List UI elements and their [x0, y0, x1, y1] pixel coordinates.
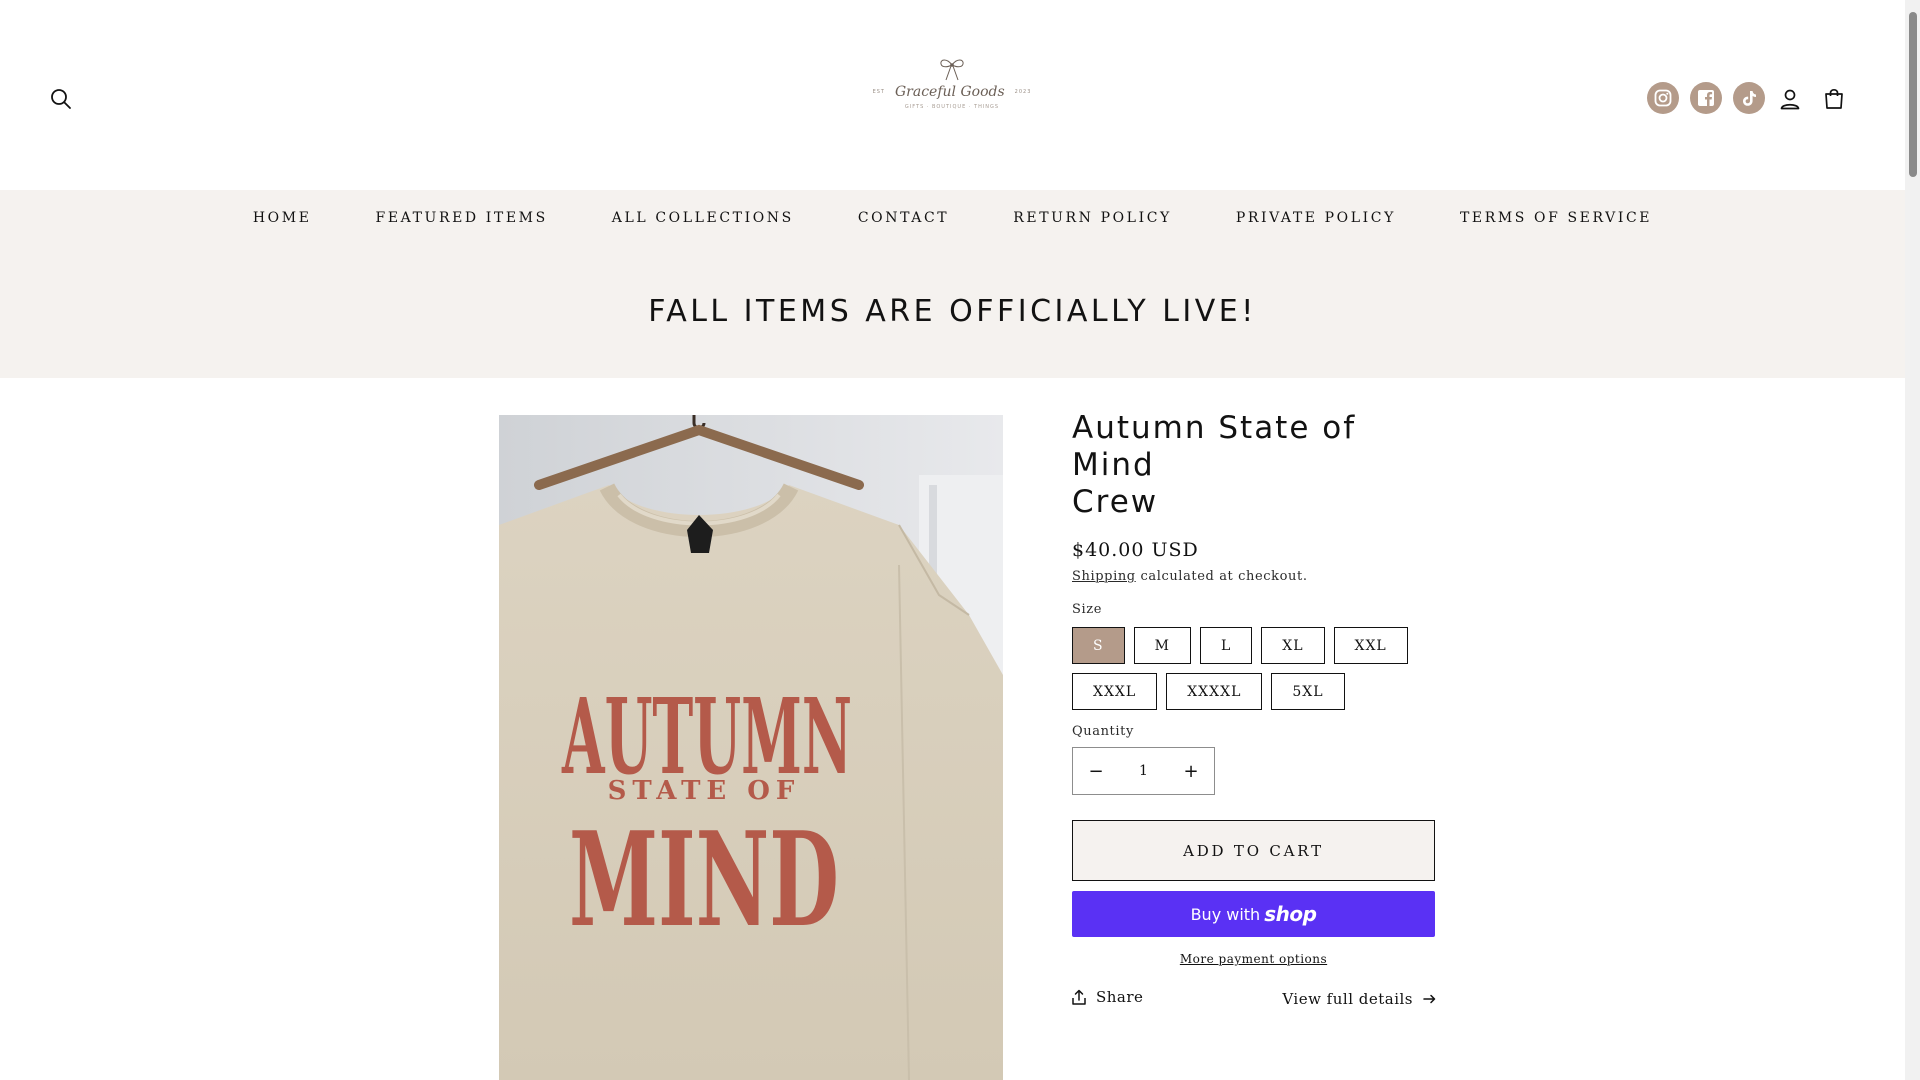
header-icons [0, 82, 1905, 116]
size-option-5xl[interactable]: 5XL [1271, 673, 1345, 710]
instagram-icon [1654, 89, 1672, 107]
product-info: Autumn State of Mind Crew $40.00 USD Shi… [1072, 410, 1436, 966]
nav-item-return-policy[interactable]: RETURN POLICY [981, 210, 1204, 226]
quantity-label: Quantity [1072, 724, 1134, 739]
product-title-line-2: Crew [1072, 484, 1159, 520]
announcement-banner: FALL ITEMS ARE OFFICIALLY LIVE! [0, 252, 1905, 378]
share-icon [1072, 989, 1086, 1005]
facebook-link[interactable] [1690, 82, 1722, 114]
more-payment-options-link[interactable]: More payment options [1072, 952, 1435, 966]
size-options: S M L XL XXL XXXL XXXXL 5XL [1072, 627, 1436, 710]
product-photo: AUTUMN STATE OF MIND [499, 415, 1003, 1080]
size-option-l[interactable]: L [1199, 627, 1253, 664]
size-option-xl[interactable]: XL [1261, 627, 1325, 664]
scrollbar-thumb[interactable] [1909, 12, 1917, 177]
shipping-note-text: calculated at checkout. [1135, 569, 1308, 584]
size-option-s[interactable]: S [1072, 627, 1125, 664]
banner-text: FALL ITEMS ARE OFFICIALLY LIVE! [648, 293, 1257, 329]
site-header: EST Graceful Goods 2023 GIFTS · BOUTIQUE… [0, 0, 1905, 190]
quantity-input[interactable] [1120, 762, 1167, 780]
instagram-link[interactable] [1647, 82, 1679, 114]
page-scrollbar[interactable] [1905, 0, 1920, 1080]
nav-list: HOME FEATURED ITEMS ALL COLLECTIONS CONT… [0, 190, 1905, 246]
account-button[interactable] [1775, 84, 1805, 114]
view-full-details-label: View full details [1282, 990, 1413, 1008]
buy-with-label: Buy with [1190, 904, 1261, 924]
nav-item-contact[interactable]: CONTACT [826, 210, 981, 226]
shipping-link[interactable]: Shipping [1072, 569, 1136, 584]
print-line-3: MIND [569, 803, 839, 956]
product-title: Autumn State of Mind Crew [1072, 410, 1436, 521]
product-image[interactable]: AUTUMN STATE OF MIND [499, 415, 1003, 1080]
share-button[interactable]: Share [1072, 988, 1143, 1006]
share-row: Share View full details [1072, 988, 1436, 1014]
nav-item-home[interactable]: HOME [221, 210, 344, 226]
size-option-xxxxl[interactable]: XXXXL [1166, 673, 1263, 710]
arrow-right-icon [1423, 994, 1436, 1004]
facebook-icon [1698, 90, 1714, 106]
size-option-m[interactable]: M [1133, 627, 1191, 664]
nav-item-private-policy[interactable]: PRIVATE POLICY [1204, 210, 1428, 226]
cart-button[interactable] [1819, 84, 1849, 114]
quantity-increase-button[interactable]: + [1168, 748, 1214, 794]
quantity-stepper: − + [1072, 747, 1215, 795]
shop-pay-logo: shop [1264, 902, 1317, 926]
tiktok-link[interactable] [1733, 82, 1765, 114]
product-price: $40.00 USD [1072, 539, 1199, 561]
buy-with-shop-button[interactable]: Buy with shop [1072, 891, 1435, 937]
size-label: Size [1072, 602, 1103, 617]
bow-icon [940, 59, 964, 81]
cart-icon [1825, 88, 1843, 109]
tiktok-icon [1743, 91, 1756, 106]
print-line-2: STATE OF [608, 776, 801, 806]
quantity-decrease-button[interactable]: − [1073, 748, 1119, 794]
nav-item-featured-items[interactable]: FEATURED ITEMS [344, 210, 580, 226]
nav-item-terms-of-service[interactable]: TERMS OF SERVICE [1428, 210, 1684, 226]
main-nav: HOME FEATURED ITEMS ALL COLLECTIONS CONT… [0, 190, 1905, 252]
size-option-xxl[interactable]: XXL [1333, 627, 1408, 664]
share-label: Share [1096, 988, 1144, 1006]
shipping-note: Shipping calculated at checkout. [1072, 569, 1436, 584]
size-option-xxxl[interactable]: XXXL [1072, 673, 1158, 710]
nav-item-all-collections[interactable]: ALL COLLECTIONS [580, 210, 826, 226]
view-full-details-link[interactable]: View full details [1282, 990, 1436, 1008]
account-icon [1780, 89, 1800, 110]
product-title-line-1: Autumn State of Mind [1072, 410, 1357, 483]
add-to-cart-button[interactable]: ADD TO CART [1072, 820, 1435, 881]
